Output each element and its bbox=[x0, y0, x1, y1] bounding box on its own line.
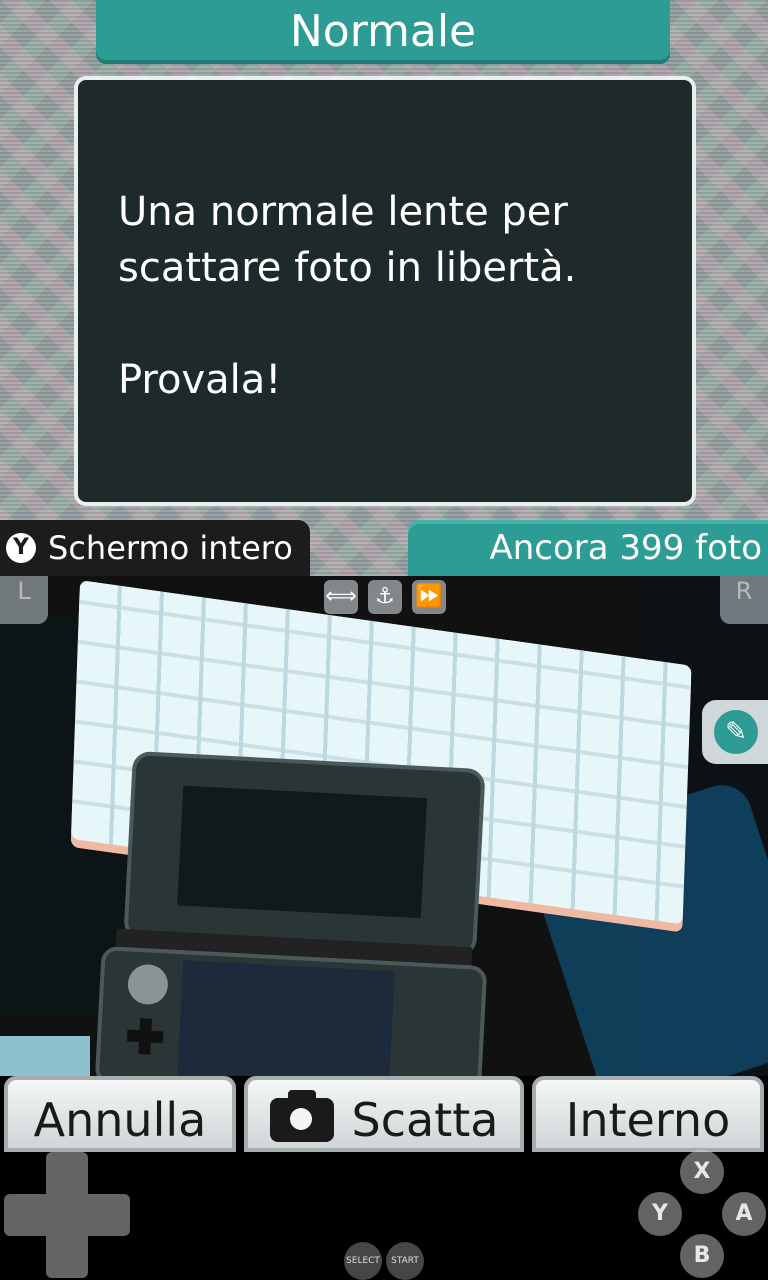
lens-description-box: Una normale lente per scattare foto in l… bbox=[74, 76, 696, 506]
y-button[interactable]: Y bbox=[638, 1192, 682, 1236]
viewfinder-dpad bbox=[126, 1017, 165, 1056]
dpad-horizontal[interactable] bbox=[4, 1194, 130, 1236]
cancel-button[interactable]: Annulla bbox=[4, 1076, 236, 1152]
viewfinder-circle-pad bbox=[126, 963, 169, 1006]
b-button[interactable]: B bbox=[680, 1234, 724, 1278]
r-shoulder-button[interactable]: R bbox=[720, 576, 768, 624]
viewfinder-console-lower-screen bbox=[177, 960, 395, 1076]
eyedropper-button[interactable]: ✎ bbox=[702, 700, 768, 764]
eyedropper-icon: ✎ bbox=[714, 710, 758, 754]
photos-remaining: Ancora 399 foto bbox=[408, 520, 768, 576]
fast-forward-icon[interactable]: ⏩ bbox=[412, 580, 446, 614]
fullscreen-toggle[interactable]: Y Schermo intero bbox=[0, 520, 310, 576]
top-screen: Normale Una normale lente per scattare f… bbox=[0, 0, 768, 576]
fullscreen-label: Schermo intero bbox=[48, 529, 293, 567]
lens-description-text: Una normale lente per scattare foto in l… bbox=[118, 189, 577, 403]
viewfinder-toolbar: ⟺ ⚓ ⏩ bbox=[320, 580, 450, 616]
shoot-button[interactable]: Scatta bbox=[244, 1076, 524, 1152]
flip-icon[interactable]: ⟺ bbox=[324, 580, 358, 614]
l-shoulder-button[interactable]: L bbox=[0, 576, 48, 624]
viewfinder-console-bottom bbox=[94, 945, 488, 1076]
y-button-icon: Y bbox=[6, 533, 36, 563]
internal-camera-button[interactable]: Interno bbox=[532, 1076, 764, 1152]
viewfinder-console-screen bbox=[177, 785, 428, 919]
viewfinder-corner bbox=[0, 1036, 90, 1076]
viewfinder-console-top bbox=[123, 750, 486, 958]
lens-title: Normale bbox=[96, 0, 670, 64]
shoot-label: Scatta bbox=[351, 1093, 499, 1147]
camera-viewfinder[interactable] bbox=[0, 576, 768, 1076]
camera-icon bbox=[269, 1089, 334, 1142]
dpad-overlay[interactable] bbox=[4, 1152, 130, 1278]
start-button[interactable]: START bbox=[386, 1242, 424, 1280]
action-bar: Annulla Scatta Interno bbox=[0, 1076, 768, 1152]
anchor-icon[interactable]: ⚓ bbox=[368, 580, 402, 614]
a-button[interactable]: A bbox=[722, 1192, 766, 1236]
x-button[interactable]: X bbox=[680, 1150, 724, 1194]
select-button[interactable]: SELECT bbox=[344, 1242, 382, 1280]
